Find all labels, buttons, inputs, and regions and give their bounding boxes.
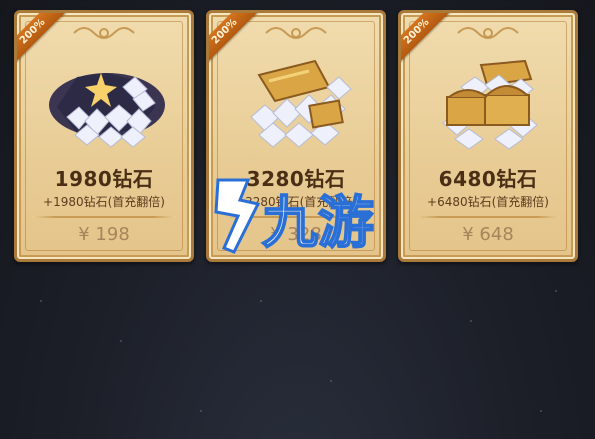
- ornament-icon: [73, 27, 135, 39]
- diamond-treasure-chests-icon: [442, 59, 538, 150]
- divider: [35, 216, 173, 218]
- package-card-6480[interactable]: 200% 6480钻石 +6480钻石(首充翻倍) ¥ 648: [398, 10, 578, 262]
- divider: [419, 216, 557, 218]
- bonus-text: +6480钻石(首充翻倍): [427, 195, 549, 209]
- star-decoration: [40, 300, 42, 302]
- package-title: 6480钻石: [438, 167, 538, 191]
- diamond-chest-icon: [250, 59, 352, 148]
- package-title: 1980钻石: [54, 167, 154, 191]
- star-decoration: [260, 300, 262, 302]
- star-decoration: [200, 410, 202, 412]
- price-label[interactable]: ¥ 648: [401, 224, 575, 245]
- star-decoration: [540, 410, 542, 412]
- star-decoration: [555, 290, 557, 292]
- star-decoration: [120, 340, 122, 342]
- jiuyou-logo-icon: 九游: [214, 178, 375, 257]
- star-decoration: [470, 320, 472, 322]
- diamond-pile-with-star-icon: [49, 73, 165, 148]
- package-card-1980[interactable]: 200% 1980钻石 +1980钻石(首充翻倍) ¥ 198: [14, 10, 194, 262]
- bonus-text: +1980钻石(首充翻倍): [43, 195, 165, 209]
- ornament-icon: [457, 27, 519, 39]
- price-label[interactable]: ¥ 198: [17, 224, 191, 245]
- star-decoration: [330, 380, 332, 382]
- ornament-icon: [265, 27, 327, 39]
- watermark-text: 九游: [262, 191, 374, 256]
